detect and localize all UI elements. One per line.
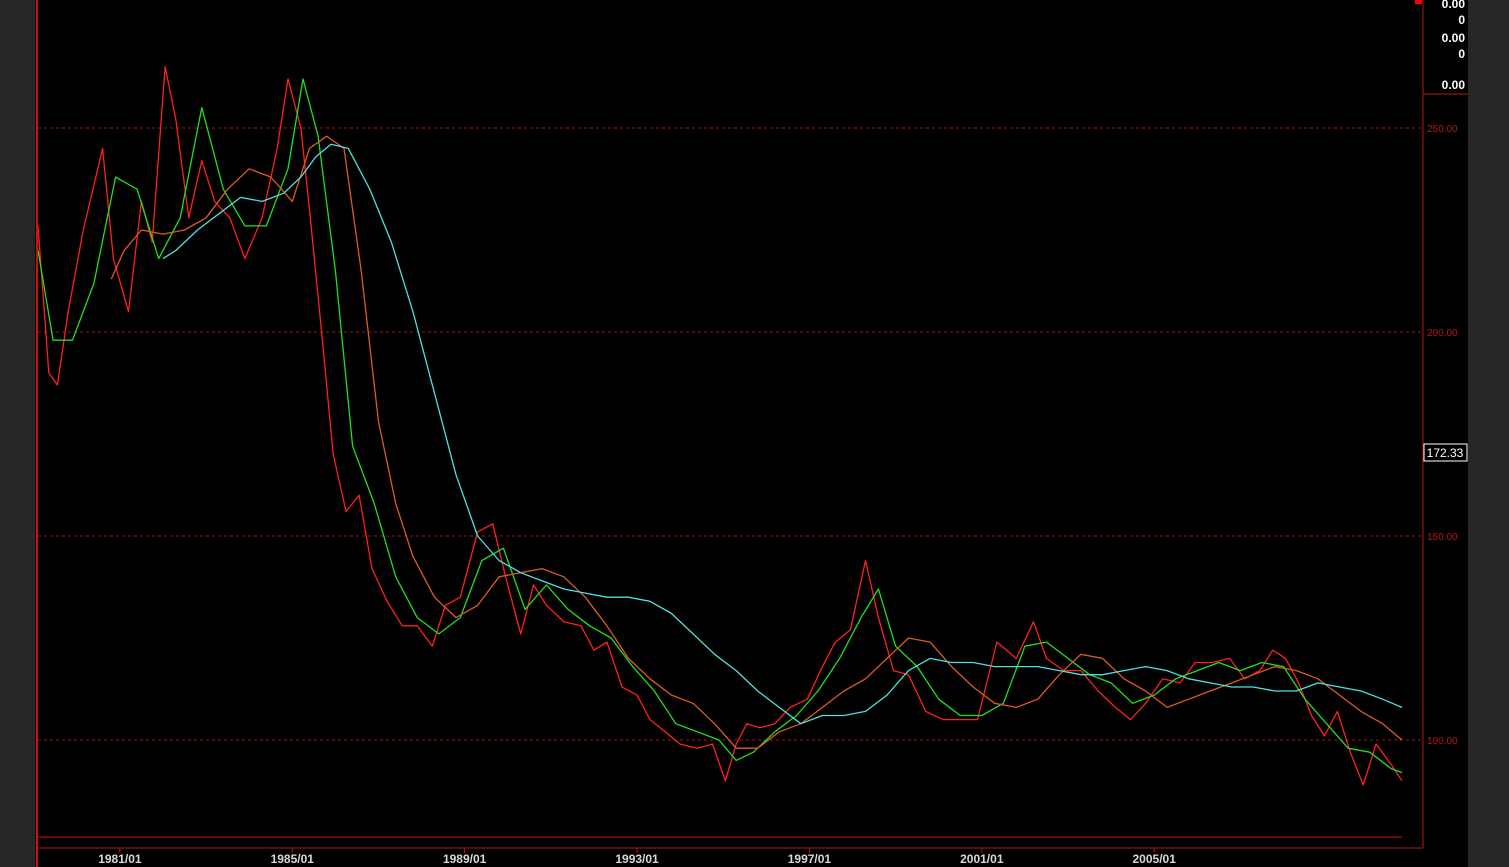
indicator-value-5: 0.00 bbox=[1442, 78, 1466, 92]
y-tick-label-2: 150.00 bbox=[1427, 532, 1458, 543]
price-chart: 0.00 0 0.00 0 0.00 172.33 250.00 200.00 15… bbox=[35, 0, 1468, 867]
x-tick-label-2: 1989/01 bbox=[443, 852, 487, 866]
indicator-value-1: 0.00 bbox=[1442, 0, 1466, 11]
x-tick-label-1: 1985/01 bbox=[271, 852, 315, 866]
indicator-value-4: 0 bbox=[1458, 47, 1465, 61]
last-price-value: 172.33 bbox=[1427, 446, 1464, 460]
indicator-value-3: 0.00 bbox=[1442, 31, 1466, 45]
x-tick-label-4: 1997/01 bbox=[788, 852, 832, 866]
last-price-label: 172.33 bbox=[1423, 443, 1468, 462]
y-tick-label-1: 200.00 bbox=[1427, 328, 1458, 339]
y-tick-label-0: 250.00 bbox=[1427, 124, 1458, 135]
indicator-marker bbox=[1415, 0, 1422, 4]
x-tick-label-6: 2005/01 bbox=[1133, 852, 1177, 866]
chart-background bbox=[35, 0, 1468, 867]
indicator-value-2: 0 bbox=[1458, 13, 1465, 27]
x-tick-label-0: 1981/01 bbox=[98, 852, 142, 866]
x-tick-label-5: 2001/01 bbox=[960, 852, 1004, 866]
x-tick-label-3: 1993/01 bbox=[615, 852, 659, 866]
y-tick-label-3: 100.00 bbox=[1427, 736, 1458, 747]
